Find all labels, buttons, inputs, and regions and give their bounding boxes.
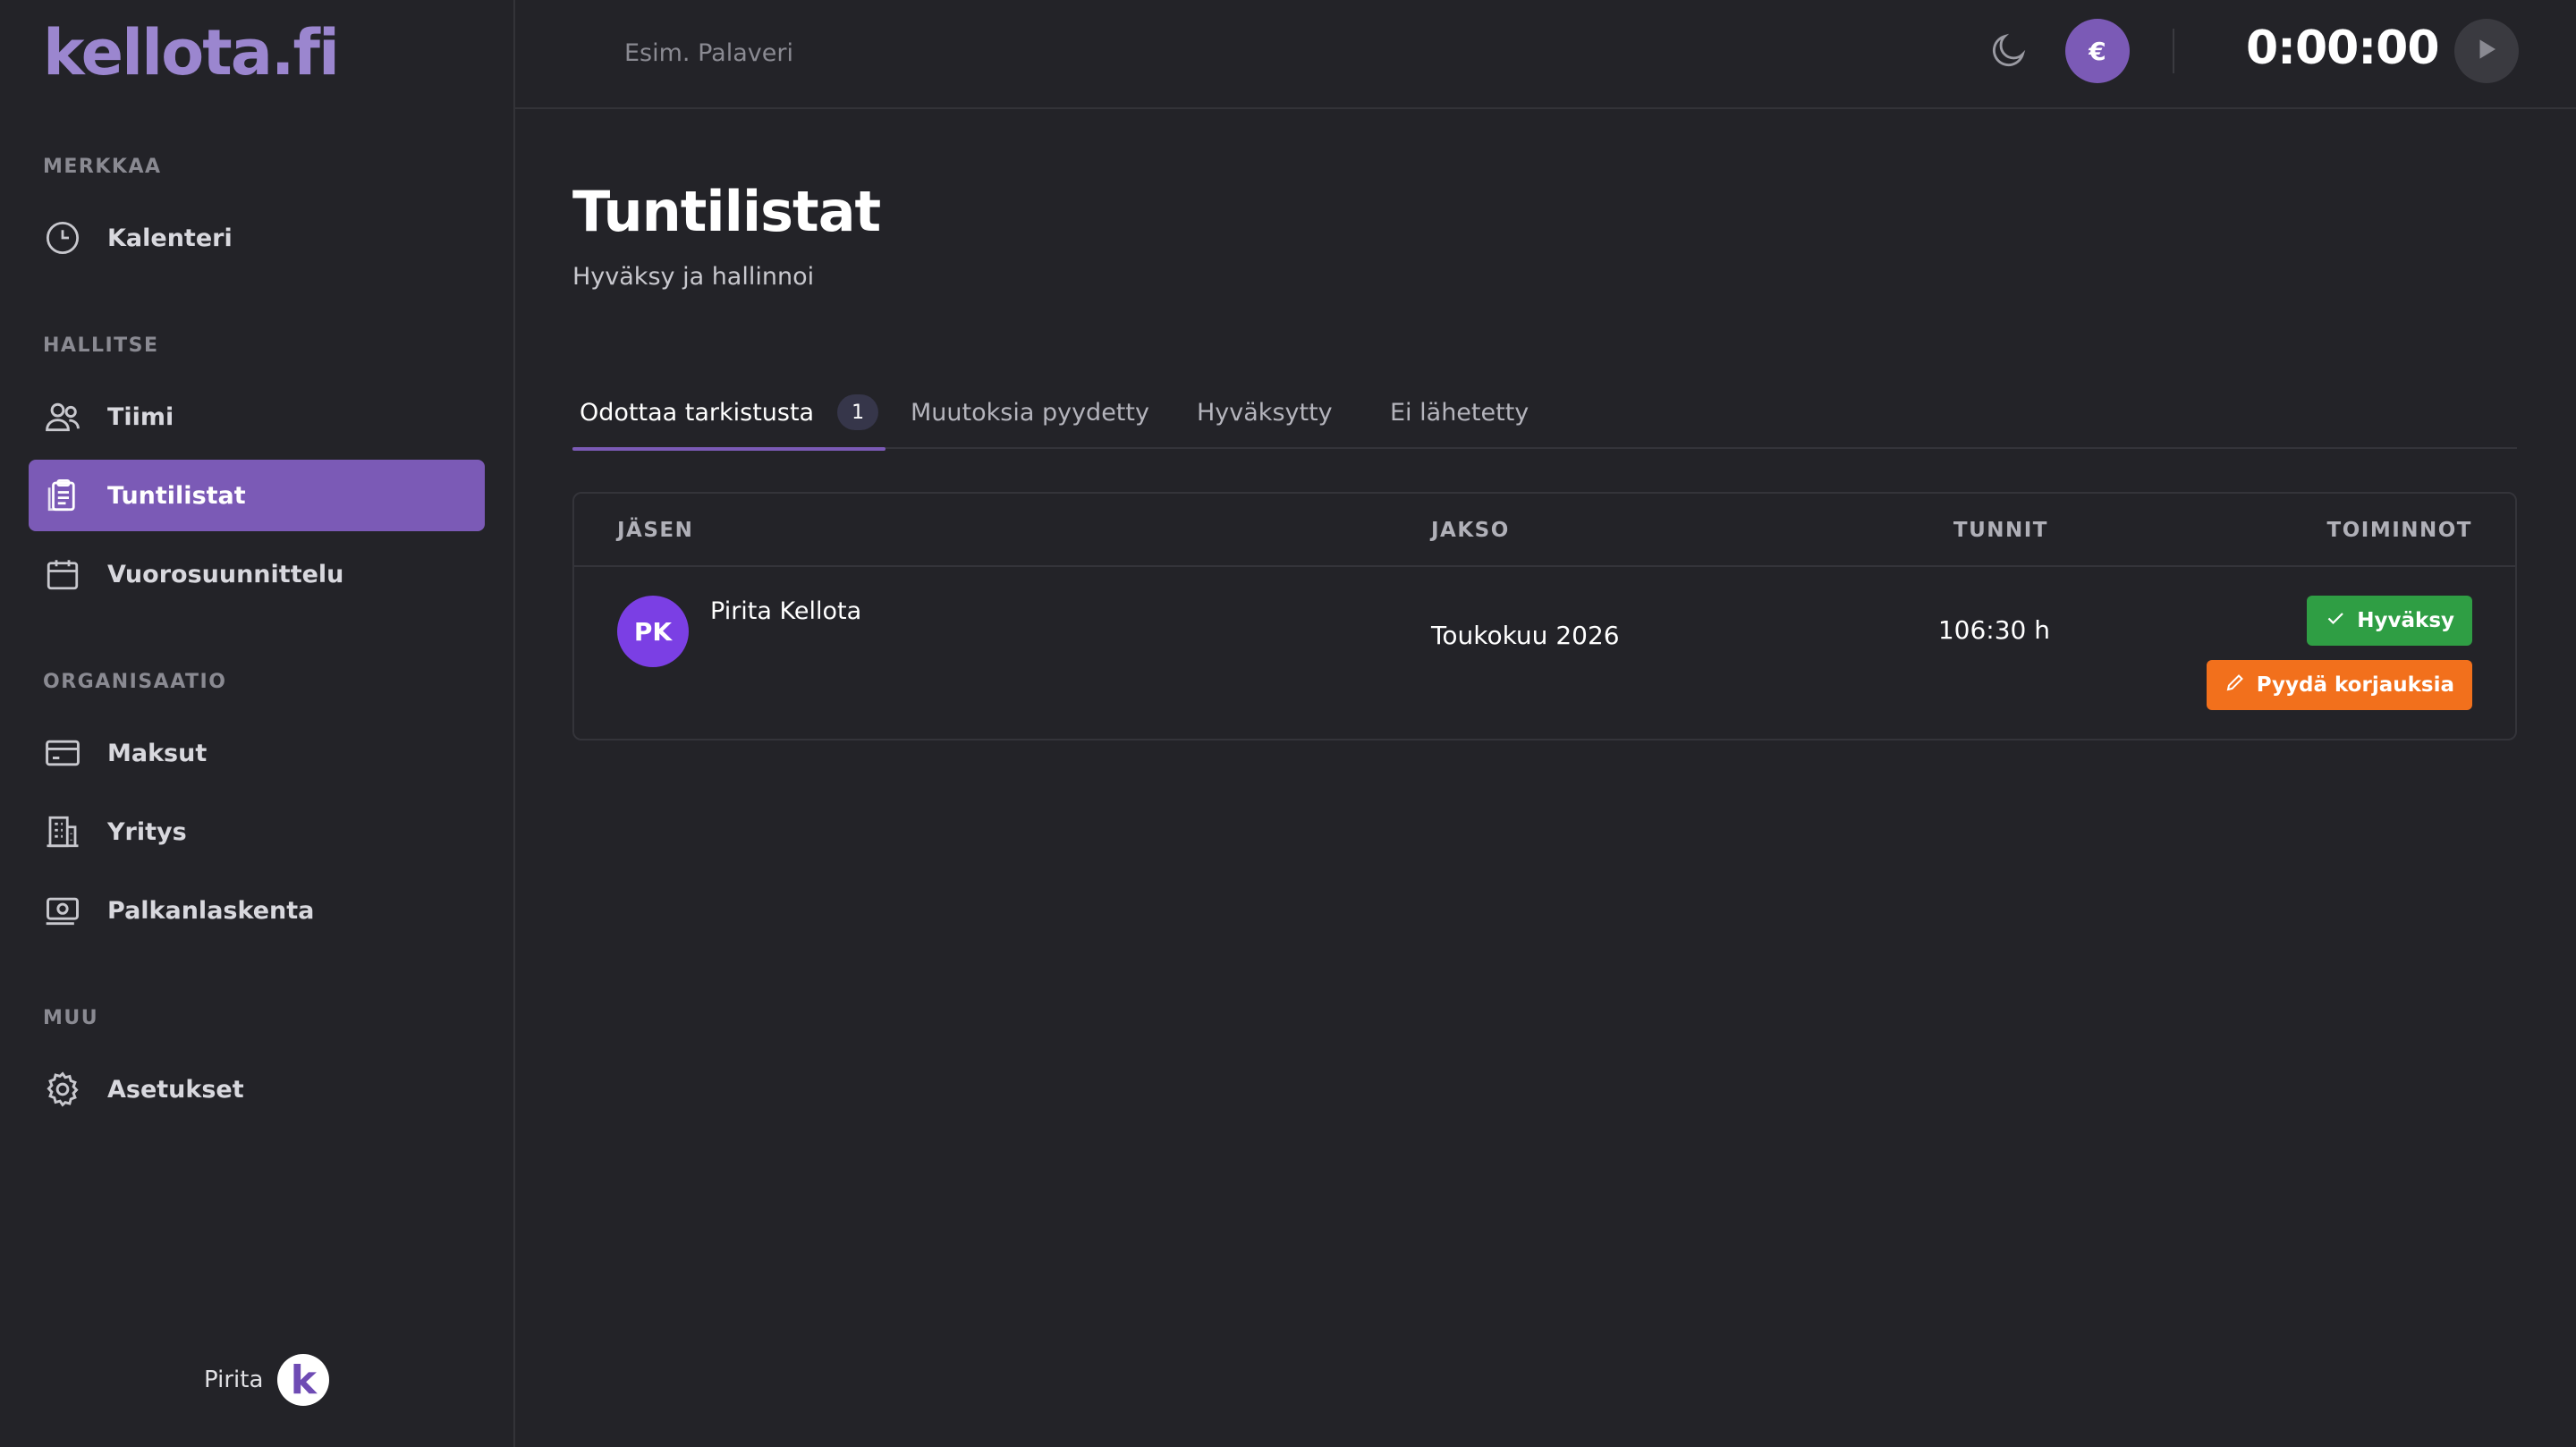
task-description-input[interactable]: [624, 30, 1161, 75]
sidebar-item-label: Kalenteri: [107, 224, 233, 252]
user-profile[interactable]: Pirita k: [204, 1354, 330, 1406]
sidebar-item-tuntilistat[interactable]: Tuntilistat: [29, 460, 485, 531]
user-name: Pirita: [204, 1367, 264, 1393]
main-content: € 0:00:00 Tuntilistat Hyväksy ja hallinn…: [515, 0, 2576, 1447]
sidebar-item-label: Palkanlaskenta: [107, 896, 315, 925]
sidebar-item-yritys[interactable]: Yritys: [29, 796, 485, 867]
tab-ei-lahetetty[interactable]: Ei lähetetty: [1390, 376, 1529, 449]
building-icon: [43, 812, 82, 851]
topbar-divider: [2173, 29, 2174, 73]
sidebar-item-asetukset[interactable]: Asetukset: [29, 1054, 485, 1125]
check-icon: [2325, 607, 2346, 634]
page-title: Tuntilistat: [572, 179, 881, 244]
column-header-actions: TOIMINNOT: [2326, 519, 2472, 542]
tab-label: Odottaa tarkistusta: [580, 398, 815, 427]
timer-display: 0:00:00: [2246, 21, 2439, 75]
currency-button[interactable]: €: [2065, 19, 2130, 83]
brand-logo[interactable]: kellota.fi: [43, 16, 340, 89]
money-icon: [43, 891, 82, 930]
moon-icon: [1988, 30, 2029, 74]
tab-label: Muutoksia pyydetty: [911, 398, 1149, 427]
calendar-icon: [43, 554, 82, 594]
tab-odottaa-tarkistusta[interactable]: Odottaa tarkistusta 1: [572, 376, 886, 451]
approve-button[interactable]: Hyväksy: [2307, 596, 2472, 646]
timesheets-table: JÄSEN JAKSO TUNNIT TOIMINNOT PK Pirita K…: [572, 492, 2517, 740]
section-title-hallitse: HALLITSE: [43, 334, 159, 357]
sidebar-item-label: Tuntilistat: [107, 481, 246, 510]
sidebar: kellota.fi MERKKAA Kalenteri HALLITSE Ti…: [0, 0, 515, 1447]
tab-hyvaksytty[interactable]: Hyväksytty: [1197, 376, 1333, 449]
clipboard-icon: [43, 476, 82, 515]
status-tabs: Odottaa tarkistusta 1 Muutoksia pyydetty…: [572, 376, 2517, 451]
count-badge: 1: [837, 394, 879, 430]
section-title-merkkaa: MERKKAA: [43, 156, 162, 178]
table-header: JÄSEN JAKSO TUNNIT TOIMINNOT: [574, 494, 2515, 567]
column-header-hours: TUNNIT: [1953, 519, 2048, 542]
sidebar-item-label: Maksut: [107, 739, 208, 767]
theme-toggle-button[interactable]: [1982, 25, 2036, 79]
column-header-period: JAKSO: [1431, 519, 1510, 542]
request-corrections-button[interactable]: Pyydä korjauksia: [2206, 660, 2472, 710]
page-subtitle: Hyväksy ja hallinnoi: [572, 263, 815, 291]
period-value: Toukokuu 2026: [1431, 621, 1620, 650]
section-title-organisaatio: ORGANISAATIO: [43, 671, 227, 693]
users-icon: [43, 397, 82, 436]
tab-muutoksia-pyydetty[interactable]: Muutoksia pyydetty: [911, 376, 1149, 449]
sidebar-item-kalenteri[interactable]: Kalenteri: [29, 202, 485, 274]
clock-icon: [43, 218, 82, 258]
gear-icon: [43, 1070, 82, 1109]
column-header-member: JÄSEN: [617, 519, 694, 542]
play-icon: [2473, 36, 2500, 66]
pencil-icon: [2224, 672, 2246, 698]
sidebar-item-label: Yritys: [107, 817, 187, 846]
member-name: Pirita Kellota: [710, 597, 862, 625]
credit-card-icon: [43, 733, 82, 773]
sidebar-item-vuorosuunnittelu[interactable]: Vuorosuunnittelu: [29, 538, 485, 610]
start-timer-button[interactable]: [2454, 19, 2519, 83]
table-row: PK Pirita Kellota Toukokuu 2026 106:30 h…: [574, 567, 2515, 740]
sidebar-item-label: Vuorosuunnittelu: [107, 560, 344, 588]
tab-label: Ei lähetetty: [1390, 398, 1530, 427]
avatar: PK: [617, 596, 689, 667]
hours-value: 106:30 h: [1937, 615, 2050, 645]
section-title-muu: MUU: [43, 1007, 99, 1029]
tab-label: Hyväksytty: [1197, 398, 1333, 427]
user-avatar: k: [277, 1354, 330, 1406]
approve-label: Hyväksy: [2357, 609, 2454, 632]
request-corrections-label: Pyydä korjauksia: [2256, 673, 2454, 697]
sidebar-item-palkanlaskenta[interactable]: Palkanlaskenta: [29, 875, 485, 946]
sidebar-item-maksut[interactable]: Maksut: [29, 717, 485, 789]
sidebar-item-label: Tiimi: [107, 402, 174, 431]
topbar: € 0:00:00: [515, 0, 2576, 109]
sidebar-item-label: Asetukset: [107, 1075, 244, 1104]
sidebar-item-tiimi[interactable]: Tiimi: [29, 381, 485, 453]
